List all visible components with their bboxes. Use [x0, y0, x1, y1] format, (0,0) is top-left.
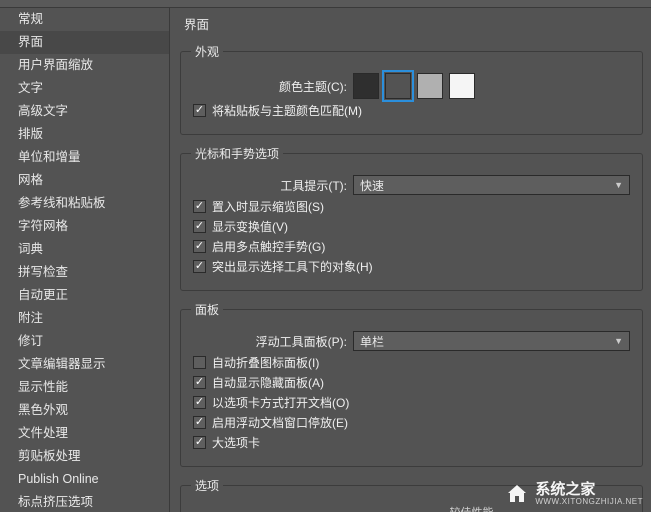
auto-show-hidden-checkbox[interactable]: 自动显示隐藏面板(A) [193, 374, 630, 391]
checkbox-icon [193, 240, 206, 253]
checkbox-icon [193, 376, 206, 389]
sidebar-item-ui-scaling[interactable]: 用户界面缩放 [0, 54, 169, 77]
checkbox-label: 显示变换值(V) [212, 218, 288, 235]
sidebar-item-units[interactable]: 单位和增量 [0, 146, 169, 169]
checkbox-icon [193, 260, 206, 273]
sidebar-item-composition[interactable]: 排版 [0, 123, 169, 146]
chevron-down-icon: ▼ [614, 336, 623, 346]
theme-swatch-medium[interactable] [417, 73, 443, 99]
category-sidebar: 常规 界面 用户界面缩放 文字 高级文字 排版 单位和增量 网格 参考线和粘贴板… [0, 8, 170, 512]
color-theme-label: 颜色主题(C): [193, 78, 353, 95]
cursor-legend: 光标和手势选项 [191, 145, 283, 162]
checkbox-icon [193, 200, 206, 213]
sidebar-item-type[interactable]: 文字 [0, 77, 169, 100]
open-as-tabs-checkbox[interactable]: 以选项卡方式打开文档(O) [193, 394, 630, 411]
sidebar-item-cjk-grid[interactable]: 字符网格 [0, 215, 169, 238]
checkbox-label: 大选项卡 [212, 434, 260, 451]
auto-collapse-checkbox[interactable]: 自动折叠图标面板(I) [193, 354, 630, 371]
sidebar-item-story-editor[interactable]: 文章编辑器显示 [0, 353, 169, 376]
theme-swatch-darkest[interactable] [353, 73, 379, 99]
checkbox-icon [193, 220, 206, 233]
checkbox-label: 自动显示隐藏面板(A) [212, 374, 324, 391]
checkbox-label: 启用浮动文档窗口停放(E) [212, 414, 348, 431]
checkbox-icon [193, 356, 206, 369]
sidebar-item-dictionary[interactable]: 词典 [0, 238, 169, 261]
floating-tools-select[interactable]: 单栏 ▼ [353, 331, 630, 351]
multitouch-checkbox[interactable]: 启用多点触控手势(G) [193, 238, 630, 255]
checkbox-label: 以选项卡方式打开文档(O) [212, 394, 349, 411]
panels-group: 面板 浮动工具面板(P): 单栏 ▼ 自动折叠图标面板(I) 自动显示隐藏面板(… [180, 301, 643, 467]
sidebar-item-punctuation-squeeze[interactable]: 标点挤压选项 [0, 491, 169, 512]
window-titlebar [0, 0, 651, 8]
chevron-down-icon: ▼ [614, 180, 623, 190]
sidebar-item-general[interactable]: 常规 [0, 8, 169, 31]
sidebar-item-file-handling[interactable]: 文件处理 [0, 422, 169, 445]
highlight-object-checkbox[interactable]: 突出显示选择工具下的对象(H) [193, 258, 630, 275]
tooltips-select[interactable]: 快速 ▼ [353, 175, 630, 195]
sidebar-item-grids[interactable]: 网格 [0, 169, 169, 192]
cursor-group: 光标和手势选项 工具提示(T): 快速 ▼ 置入时显示缩览图(S) 显示变换值(… [180, 145, 643, 291]
checkbox-label: 启用多点触控手势(G) [212, 238, 325, 255]
checkbox-icon [193, 396, 206, 409]
large-tabs-checkbox[interactable]: 大选项卡 [193, 434, 630, 451]
checkbox-icon [193, 104, 206, 117]
floating-docking-checkbox[interactable]: 启用浮动文档窗口停放(E) [193, 414, 630, 431]
sidebar-item-spelling[interactable]: 拼写检查 [0, 261, 169, 284]
sidebar-item-display-perf[interactable]: 显示性能 [0, 376, 169, 399]
checkbox-icon [193, 416, 206, 429]
options-legend: 选项 [191, 477, 223, 494]
show-thumbnails-checkbox[interactable]: 置入时显示缩览图(S) [193, 198, 630, 215]
sidebar-item-clipboard[interactable]: 剪贴板处理 [0, 445, 169, 468]
checkbox-label: 将粘贴板与主题颜色匹配(M) [212, 102, 362, 119]
tooltips-label: 工具提示(T): [193, 177, 353, 194]
sidebar-item-interface[interactable]: 界面 [0, 31, 169, 54]
theme-swatch-light[interactable] [449, 73, 475, 99]
match-pasteboard-checkbox[interactable]: 将粘贴板与主题颜色匹配(M) [193, 102, 630, 119]
sidebar-item-advanced-type[interactable]: 高级文字 [0, 100, 169, 123]
select-value: 快速 [360, 177, 384, 194]
page-title: 界面 [180, 14, 643, 33]
sidebar-item-notes[interactable]: 附注 [0, 307, 169, 330]
options-group: 选项 手形工具: 较佳性能 无灰条化显示 [180, 477, 643, 512]
appearance-legend: 外观 [191, 43, 223, 60]
checkbox-icon [193, 436, 206, 449]
color-theme-swatches [353, 73, 475, 99]
sidebar-item-guides[interactable]: 参考线和粘贴板 [0, 192, 169, 215]
sidebar-item-autocorrect[interactable]: 自动更正 [0, 284, 169, 307]
appearance-group: 外观 颜色主题(C): 将粘贴板与主题颜色匹配(M) [180, 43, 643, 135]
panels-legend: 面板 [191, 301, 223, 318]
checkbox-label: 自动折叠图标面板(I) [212, 354, 319, 371]
hand-tool-value: 较佳性能 [313, 504, 630, 512]
checkbox-label: 突出显示选择工具下的对象(H) [212, 258, 373, 275]
show-transform-checkbox[interactable]: 显示变换值(V) [193, 218, 630, 235]
sidebar-item-publish-online[interactable]: Publish Online [0, 468, 169, 491]
floating-tools-label: 浮动工具面板(P): [193, 333, 353, 350]
select-value: 单栏 [360, 333, 384, 350]
main-panel: 界面 外观 颜色主题(C): 将粘贴板与主题颜色匹配(M) 光标和手势选项 工具… [170, 8, 651, 512]
sidebar-item-track-changes[interactable]: 修订 [0, 330, 169, 353]
theme-swatch-dark[interactable] [385, 73, 411, 99]
sidebar-item-black[interactable]: 黑色外观 [0, 399, 169, 422]
checkbox-label: 置入时显示缩览图(S) [212, 198, 324, 215]
